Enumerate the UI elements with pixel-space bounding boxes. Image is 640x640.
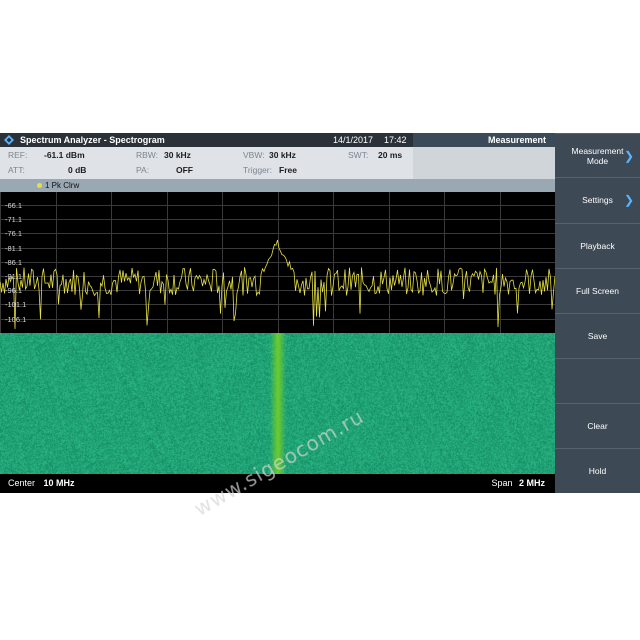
span-value: 2 MHz (518, 478, 545, 488)
y-tick-label: -101.1 (5, 299, 27, 309)
trigger-key: Trigger: (243, 165, 272, 175)
softkey-panel: Measurement Mode ❯ Settings ❯ Playback F… (555, 133, 640, 493)
softkey-label: Measurement Mode (571, 145, 624, 166)
y-tick-label: -66.1 (5, 200, 23, 210)
y-tick-label: -71.1 (5, 214, 23, 224)
panel-title: Measurement (413, 133, 555, 147)
ref-key: REF: (8, 150, 28, 160)
center-key: Center (8, 478, 36, 488)
title-bar: Spectrum Analyzer - Spectrogram 14/1/201… (0, 133, 555, 147)
parameter-panel-right (413, 147, 555, 179)
y-tick-label: -96.1 (5, 285, 23, 295)
trace-label[interactable]: 1 Pk Clrw (45, 179, 79, 192)
pa-key: PA: (136, 165, 150, 175)
span-key: Span (491, 478, 513, 488)
softkey-label: Clear (587, 420, 608, 431)
span[interactable]: Span 2 MHz (491, 474, 545, 493)
chevron-right-icon: ❯ (623, 148, 634, 163)
ref-value: -61.1 dBm (44, 150, 85, 160)
swt-key: SWT: (348, 150, 369, 160)
softkey-clear[interactable]: Clear (555, 403, 640, 447)
softkey-empty[interactable] (555, 358, 640, 402)
attenuation[interactable]: ATT: 0 dB (8, 163, 86, 177)
softkey-playback[interactable]: Playback (555, 223, 640, 267)
softkey-label: Playback (580, 240, 615, 251)
softkey-full-screen[interactable]: Full Screen (555, 268, 640, 312)
preamp[interactable]: PA: OFF (136, 163, 193, 177)
time-display: 17:42 (384, 135, 407, 145)
trace-1-line (0, 239, 555, 330)
vbw-key: VBW: (243, 150, 265, 160)
pa-value: OFF (176, 165, 193, 175)
rbw-value: 30 kHz (164, 150, 191, 160)
softkey-label: Save (587, 330, 608, 341)
y-tick-label: -81.1 (5, 243, 23, 253)
date-display: 14/1/2017 (333, 135, 374, 145)
rbw[interactable]: RBW: 30 kHz (136, 148, 191, 162)
center-frequency[interactable]: Center 10 MHz (8, 474, 75, 493)
parameter-panel: REF: -61.1 dBm ATT: 0 dB RBW: 30 kHz PA:… (0, 147, 555, 179)
rohde-schwarz-logo-icon (4, 135, 14, 145)
trace-color-icon (37, 183, 42, 188)
trace-bar: 1 Pk Clrw (0, 179, 555, 192)
y-tick-label: -91.1 (5, 271, 23, 281)
swt-value: 20 ms (378, 150, 403, 160)
vbw[interactable]: VBW: 30 kHz (243, 148, 296, 162)
spectrum-svg (0, 192, 555, 333)
chevron-right-icon: ❯ (623, 192, 634, 207)
softkey-label: Hold (588, 465, 607, 476)
ref-level[interactable]: REF: -61.1 dBm (8, 148, 85, 162)
trigger-value: Free (279, 165, 297, 175)
trigger[interactable]: Trigger: Free (243, 163, 297, 177)
softkey-measurement-mode[interactable]: Measurement Mode ❯ (555, 133, 640, 177)
softkey-settings[interactable]: Settings ❯ (555, 177, 640, 221)
softkey-label: Full Screen (576, 285, 619, 296)
spectrum-display[interactable]: -66.1 -71.1 -76.1 -81.1 -86.1 -91.1 -96.1 -101.… (0, 192, 555, 333)
sweep-time[interactable]: SWT: 20 ms (348, 148, 402, 162)
y-tick-label: -76.1 (5, 228, 23, 238)
y-tick-label: -106.1 (5, 314, 27, 324)
softkey-save[interactable]: Save (555, 313, 640, 357)
center-value: 10 MHz (43, 478, 75, 488)
rbw-key: RBW: (136, 150, 159, 160)
softkey-hold[interactable]: Hold (555, 448, 640, 492)
att-value: 0 dB (68, 165, 87, 175)
y-tick-label: -86.1 (5, 257, 23, 267)
vbw-value: 30 kHz (269, 150, 296, 160)
att-key: ATT: (8, 165, 25, 175)
app-title: Spectrum Analyzer - Spectrogram (20, 135, 165, 145)
softkey-label: Settings (582, 194, 613, 205)
